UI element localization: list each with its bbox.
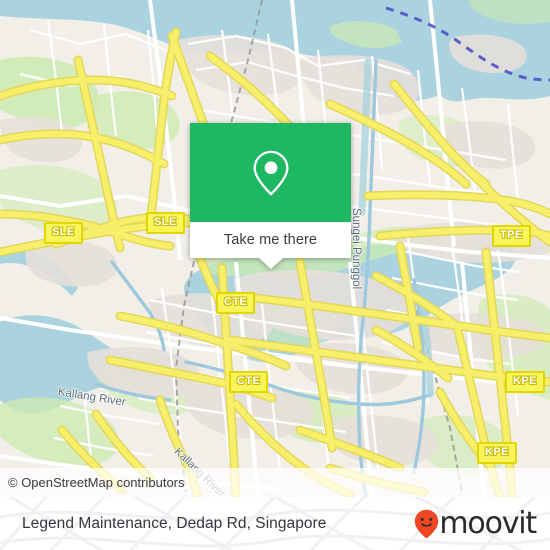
location-popup[interactable]: Take me there (190, 123, 351, 269)
map-attribution-bar: © OpenStreetMap contributors (0, 468, 550, 497)
popup-pointer-tail (258, 258, 283, 269)
page-title: Legend Maintenance, Dedap Rd, Singapore (22, 514, 327, 532)
moovit-pin-icon (415, 509, 439, 538)
moovit-map-screen: Kallang River Kallang River Sungei Pungg… (0, 0, 550, 550)
take-me-there-label: Take me there (223, 232, 318, 248)
map-pin-icon (253, 150, 288, 195)
moovit-wordmark: moovit (439, 505, 537, 541)
footer-bar: Legend Maintenance, Dedap Rd, Singapore … (0, 497, 550, 550)
footer-content: Legend Maintenance, Dedap Rd, Singapore … (0, 497, 550, 550)
moovit-brand-logo[interactable]: moovit (414, 505, 537, 541)
popup-icon-panel (190, 123, 351, 222)
map-canvas[interactable]: Kallang River Kallang River Sungei Pungg… (0, 0, 550, 497)
take-me-there-button[interactable]: Take me there (190, 222, 351, 269)
attribution-text[interactable]: © OpenStreetMap contributors (0, 475, 185, 490)
